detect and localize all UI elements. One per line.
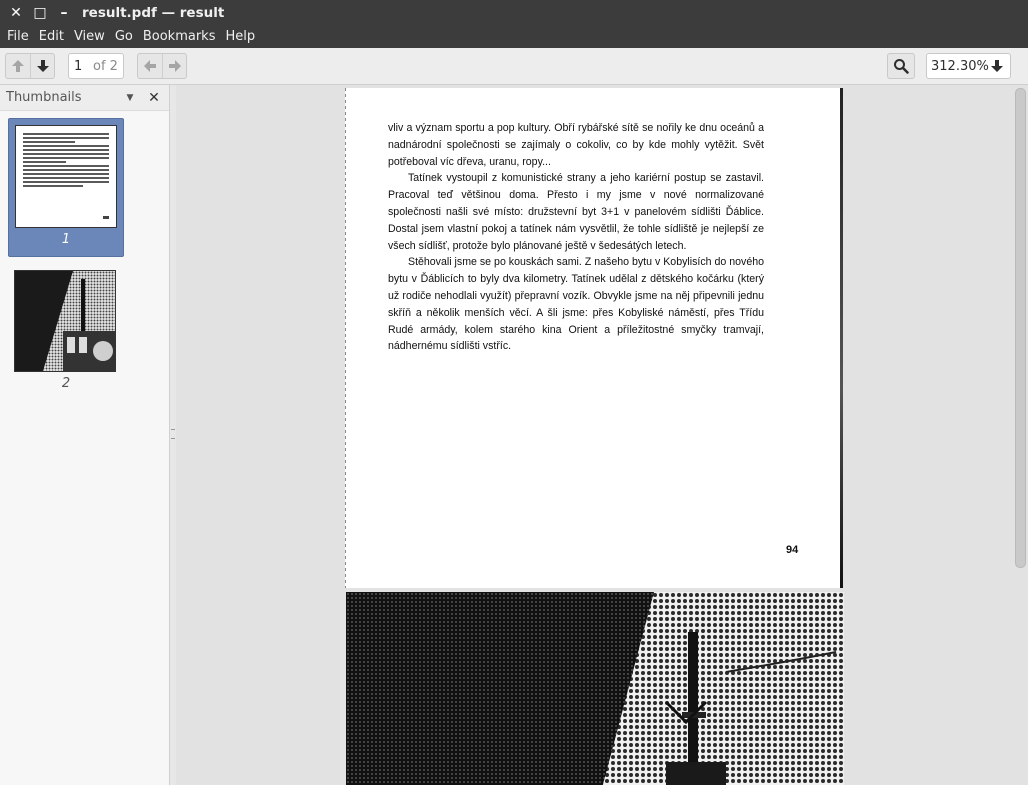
page-2-photo (346, 592, 844, 785)
page-number-field[interactable]: 1 of 2 (68, 53, 124, 79)
page-count-label: of 2 (93, 58, 118, 74)
thumbnail-page-1[interactable]: 1 (8, 118, 124, 257)
document-view[interactable]: vliv a význam sportu a pop kultury. Obří… (176, 85, 1028, 785)
zoom-dropdown-icon[interactable] (990, 59, 1004, 73)
thumbnail-label-1: 1 (61, 232, 71, 247)
scrollbar-thumb[interactable] (1015, 88, 1026, 568)
menu-go[interactable]: Go (110, 26, 138, 48)
previous-page-button[interactable] (6, 54, 30, 78)
paragraph-3: Stěhovali jsme se po kouskách sami. Z na… (388, 256, 764, 353)
page-number: 94 (786, 544, 799, 556)
menu-help[interactable]: Help (220, 26, 260, 48)
next-page-button[interactable] (30, 54, 54, 78)
search-icon (893, 58, 909, 74)
vertical-scrollbar[interactable] (1013, 85, 1028, 785)
document-page-1: vliv a význam sportu a pop kultury. Obří… (345, 88, 843, 588)
page-number-input[interactable]: 1 (69, 59, 91, 74)
maximize-window-button[interactable]: □ (28, 0, 52, 26)
document-page-2 (346, 592, 844, 785)
history-forward-button[interactable] (162, 54, 186, 78)
close-window-button[interactable]: ✕ (4, 0, 28, 26)
menu-view[interactable]: View (69, 26, 110, 48)
thumbnail-image-2 (14, 270, 116, 372)
sidebar-header: Thumbnails ▼ ✕ (0, 85, 169, 111)
menu-edit[interactable]: Edit (34, 26, 69, 48)
history-back-button[interactable] (138, 54, 162, 78)
page-scan-edge-left (345, 88, 346, 588)
toolbar: 1 of 2 312.30% (0, 48, 1028, 85)
search-button[interactable] (887, 53, 915, 79)
paragraph-2: Tatínek vystoupil z komunistické strany … (388, 172, 764, 252)
thumbnail-label-2: 2 (61, 376, 71, 391)
page-text: vliv a význam sportu a pop kultury. Obří… (388, 120, 764, 355)
sidebar-close-icon[interactable]: ✕ (145, 90, 163, 106)
arrow-down-icon (36, 59, 50, 73)
menu-file[interactable]: File (2, 26, 34, 48)
arrow-right-icon (168, 59, 182, 73)
thumbnail-page-2[interactable]: 2 (8, 266, 124, 394)
title-bar: ✕ □ – result.pdf — result (0, 0, 1028, 26)
window-title: result.pdf — result (82, 5, 225, 21)
resize-grip-icon (171, 429, 175, 439)
arrow-left-icon (143, 59, 157, 73)
page-scan-edge-right (840, 88, 843, 588)
minimize-window-button[interactable]: – (52, 0, 76, 26)
zoom-level: 312.30% (931, 58, 989, 74)
sidebar-mode-dropdown-icon[interactable]: ▼ (121, 93, 139, 103)
history-nav-group (137, 53, 187, 79)
arrow-up-icon (11, 59, 25, 73)
page-nav-group (5, 53, 55, 79)
menu-bar: File Edit View Go Bookmarks Help (0, 26, 1028, 48)
paragraph-1: vliv a význam sportu a pop kultury. Obří… (388, 122, 764, 168)
menu-bookmarks[interactable]: Bookmarks (138, 26, 221, 48)
thumbnail-image-1 (15, 125, 117, 228)
sidebar-title: Thumbnails (6, 90, 82, 105)
zoom-selector[interactable]: 312.30% (926, 53, 1011, 79)
